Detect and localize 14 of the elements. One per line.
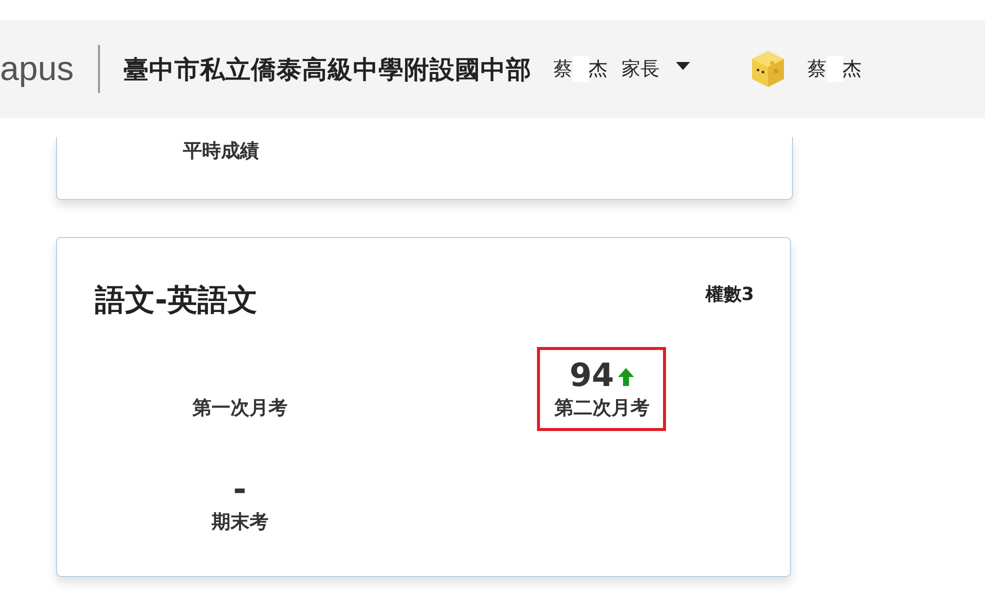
exam-label: 第一次月考 (192, 396, 288, 421)
avatar-icon[interactable] (750, 50, 786, 88)
user-name[interactable]: 蔡 杰 (808, 56, 862, 82)
weight-label: 權數3 (705, 283, 754, 306)
exam-label: 第二次月考 (554, 396, 650, 421)
caret-icon (676, 62, 690, 70)
school-name: 臺中市私立僑泰高級中學附設國中部 (124, 54, 532, 86)
exam-label: 期末考 (211, 510, 268, 535)
score-value: - (233, 470, 246, 508)
role-menu[interactable]: 蔡 杰 家長 (554, 56, 690, 82)
subject-title: 語文-英語文 (95, 282, 258, 320)
category-label: 平時成績 (182, 139, 259, 164)
score-value: 94 (569, 356, 614, 394)
brand-name: apus (0, 50, 74, 88)
